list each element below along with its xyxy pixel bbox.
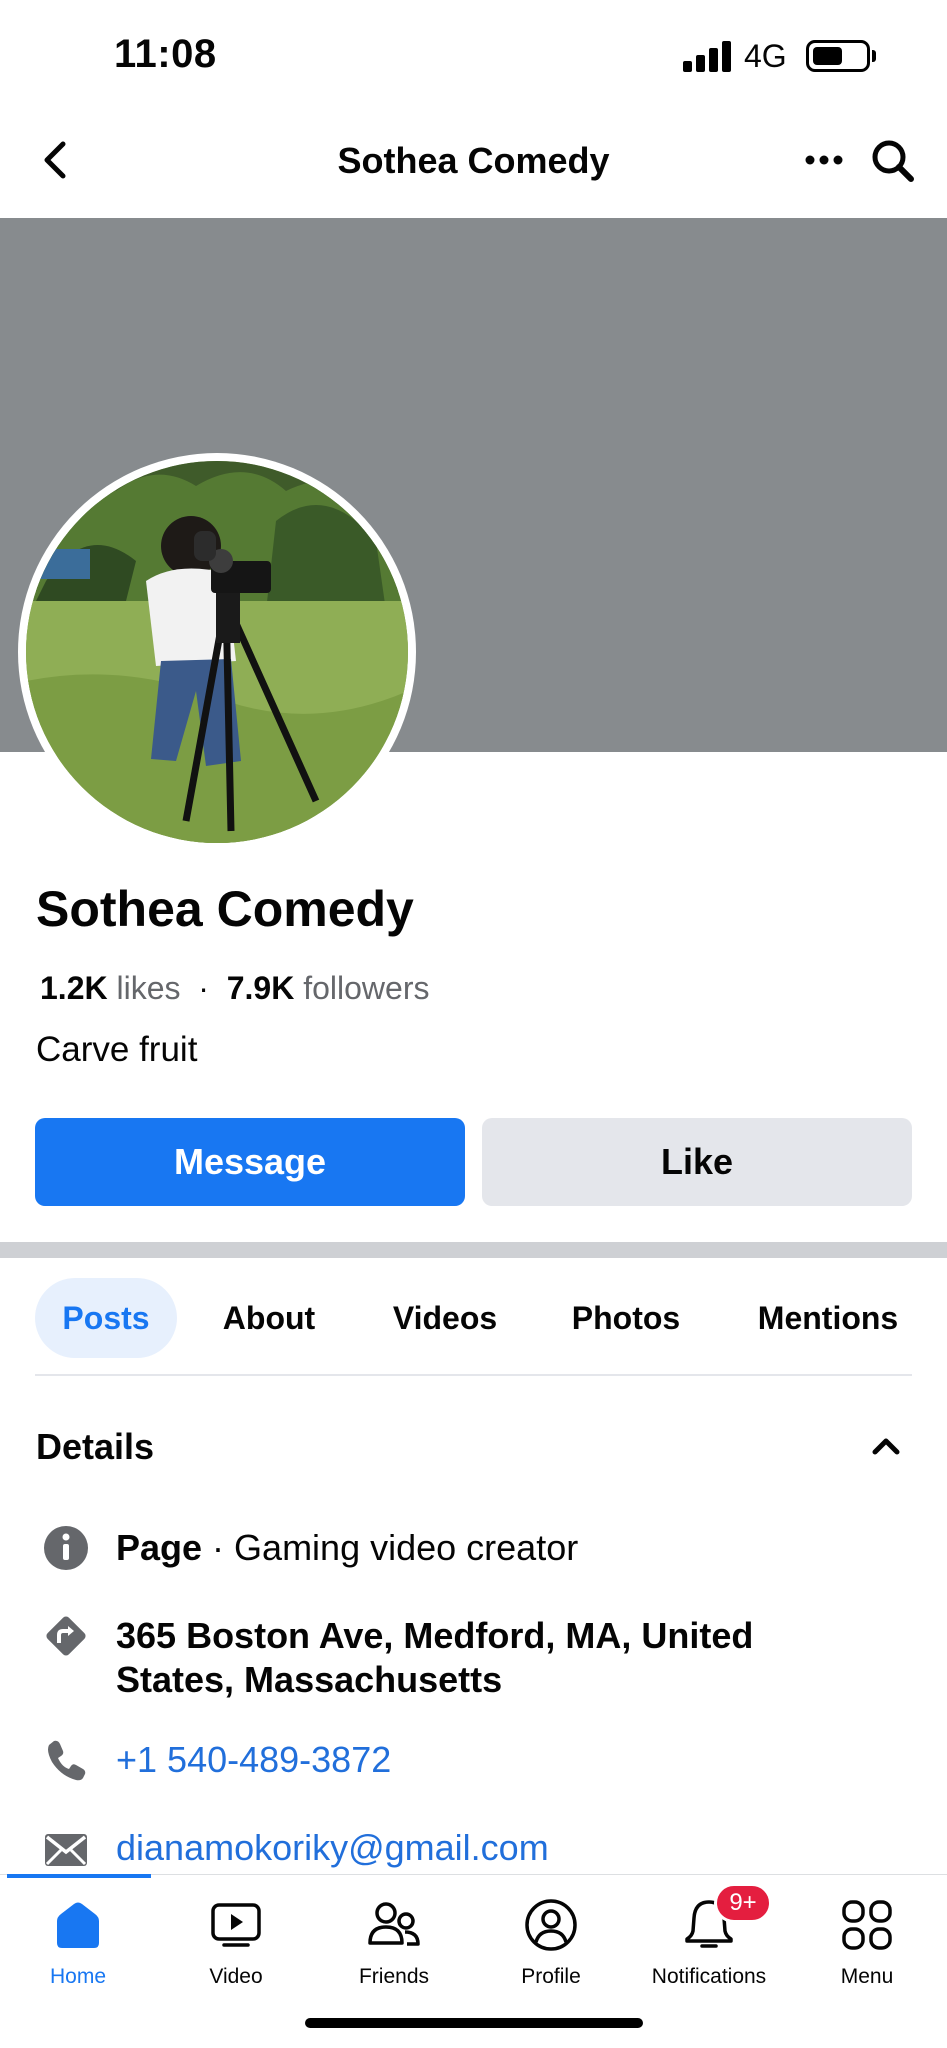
avatar[interactable] [18,453,416,851]
address-line-2: States, Massachusetts [116,1659,503,1700]
followers-label: followers [303,970,430,1006]
nav-home[interactable]: Home [8,1887,148,1997]
likes-count: 1.2K [40,970,108,1006]
battery-cap [872,50,876,62]
nav-video[interactable]: Video [166,1887,306,1997]
collapse-details-button[interactable] [866,1426,906,1466]
notification-badge: 9+ [714,1883,772,1923]
section-divider [0,1242,947,1258]
tabs-divider [35,1374,912,1376]
phone-link[interactable]: +1 540-489-3872 [116,1738,391,1782]
ellipsis-icon [805,155,843,165]
tab-about[interactable]: About [198,1278,340,1358]
tab-photos[interactable]: Photos [548,1278,704,1358]
envelope-icon [42,1826,90,1874]
stats-separator: · [198,970,209,1006]
tab-videos[interactable]: Videos [370,1278,520,1358]
details-heading: Details [36,1426,155,1467]
search-button[interactable] [866,134,920,188]
nav-friends-label: Friends [358,1965,430,1988]
address-line-1: 365 Boston Ave, Medford, MA, United [116,1615,754,1656]
profile-photo [26,461,408,843]
page-stats: 1.2K likes · 7.9K followers [40,970,429,1007]
chevron-up-icon [872,1438,900,1455]
network-label: 4G [744,38,787,74]
likes-label: likes [116,970,181,1006]
friends-icon [364,1895,424,1955]
home-icon [48,1895,108,1955]
more-options-button[interactable] [796,135,852,185]
directions-icon [42,1612,90,1660]
info-icon [42,1524,90,1572]
nav-menu-label: Menu [840,1965,894,1988]
nav-notifications-label: Notifications [651,1965,767,1988]
phone-icon [42,1736,90,1784]
bio-text: Carve fruit [36,1030,198,1069]
profile-tabs: Posts About Videos Photos Mentions [0,1276,947,1362]
status-bar: 11:08 4G [0,0,947,110]
email-link[interactable]: dianamokoriky@gmail.com [116,1826,549,1870]
tab-mentions[interactable]: Mentions [740,1278,916,1358]
status-time: 11:08 [114,32,217,76]
profile-icon [521,1895,581,1955]
nav-menu[interactable]: Menu [797,1887,937,1997]
profile-name: Sothea Comedy [36,881,414,937]
like-button[interactable]: Like [482,1118,912,1206]
page-category-row: Page · Gaming video creator [116,1526,578,1570]
signal-icon [683,40,731,72]
nav-video-label: Video [209,1965,263,1988]
video-icon [206,1895,266,1955]
nav-profile-label: Profile [521,1965,581,1988]
page-type-label: Page [116,1527,203,1568]
search-icon [872,140,914,182]
nav-profile[interactable]: Profile [481,1887,621,1997]
active-tab-indicator [7,1874,151,1878]
battery-icon [806,40,870,72]
menu-grid-icon [837,1895,897,1955]
message-button[interactable]: Message [35,1118,465,1206]
nav-home-label: Home [49,1965,107,1988]
address[interactable]: 365 Boston Ave, Medford, MA, United Stat… [116,1614,753,1702]
home-indicator [305,2018,643,2028]
page-category: · Gaming video creator [202,1527,579,1568]
nav-friends[interactable]: Friends [324,1887,464,1997]
followers-count: 7.9K [226,970,295,1006]
tab-posts[interactable]: Posts [35,1278,177,1358]
top-nav: Sothea Comedy [0,110,947,218]
